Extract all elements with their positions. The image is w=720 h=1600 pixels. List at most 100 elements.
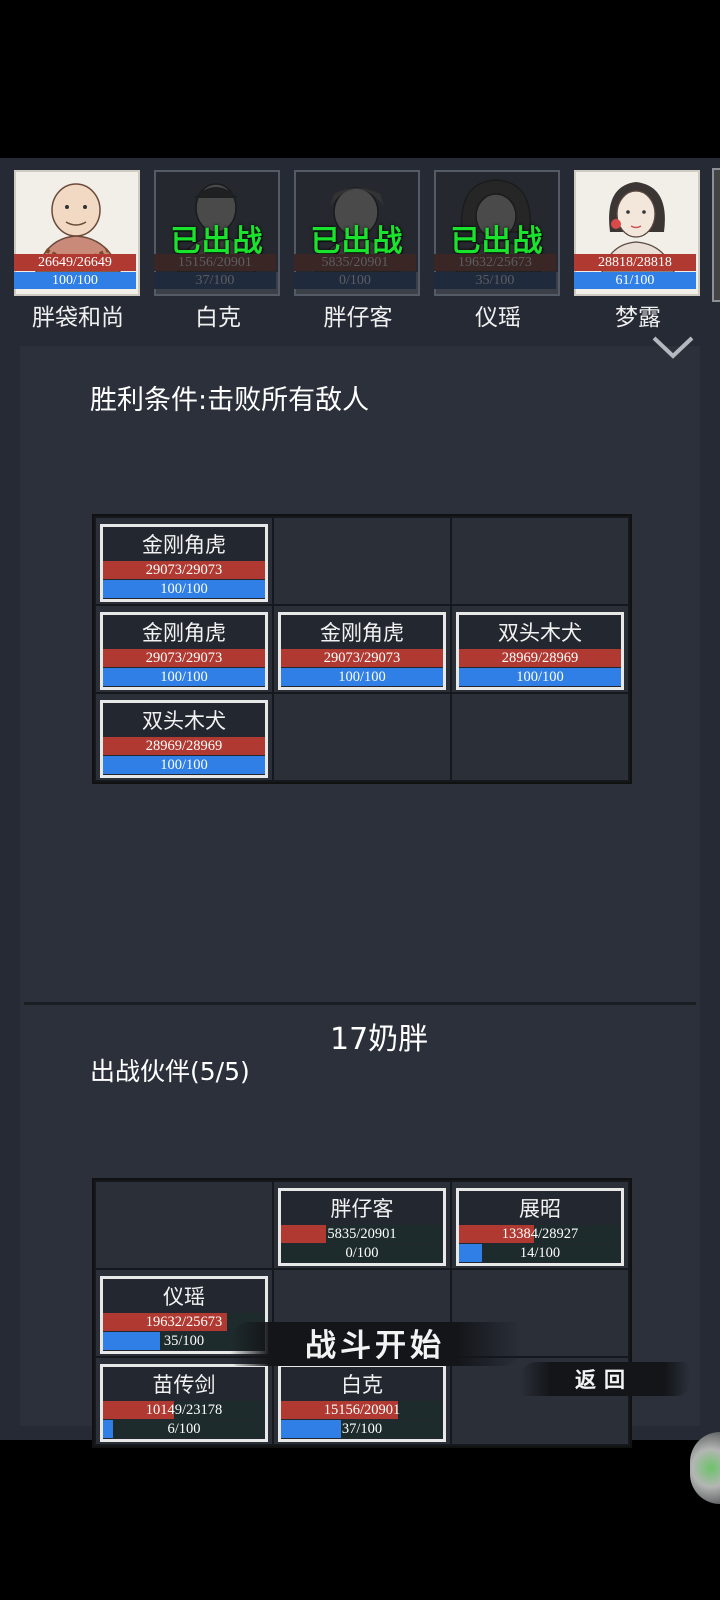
partner-unit-card[interactable]: 苗传剑 10149/23178 6/100: [100, 1364, 268, 1442]
back-label: 返回: [575, 1367, 633, 1392]
unit-hp-bar: 28969/28969: [103, 737, 265, 755]
enemy-unit-card[interactable]: 金刚角虎 29073/29073 100/100: [100, 524, 268, 602]
unit-mp-fill: [281, 1420, 341, 1438]
hero-name: 仪瑶: [475, 305, 521, 331]
hero-name: 白克: [195, 305, 241, 331]
unit-hp-bar: 15156/20901: [281, 1401, 443, 1419]
unit-hp-value: 13384/28927: [501, 1226, 579, 1242]
enemy-unit-card[interactable]: 金刚角虎 29073/29073 100/100: [100, 612, 268, 690]
enemy-unit-card[interactable]: 双头木犬 28969/28969 100/100: [456, 612, 624, 690]
enemy-unit-card[interactable]: 双头木犬 28969/28969 100/100: [100, 700, 268, 778]
start-battle-button[interactable]: 战斗开始: [230, 1314, 520, 1370]
unit-mp-bar: 6/100: [103, 1420, 265, 1438]
unit-mp-bar: 100/100: [103, 756, 265, 774]
unit-hp-bar: 13384/28927: [459, 1225, 621, 1243]
unit-name: 金刚角虎: [142, 533, 226, 557]
next-hero-edge[interactable]: [712, 168, 720, 302]
roster-hero-2[interactable]: 已出战 5835/20901 0/100 胖仔客: [292, 168, 424, 331]
roster-hero-0[interactable]: 26649/26649 100/100 胖袋和尚: [12, 168, 144, 331]
enemy-slot[interactable]: 双头木犬 28969/28969 100/100: [452, 606, 628, 692]
partner-slot[interactable]: 胖仔客 5835/20901 0/100: [274, 1182, 450, 1268]
partner-slot[interactable]: [96, 1182, 272, 1268]
roster-hero-4[interactable]: 28818/28818 61/100 梦露: [572, 168, 704, 331]
unit-hp-value: 19632/25673: [145, 1314, 223, 1330]
partner-formation-grid: 胖仔客 5835/20901 0/100 展昭 13384/28927 14/100 仪瑶 1…: [92, 1178, 632, 1448]
hero-mp: 0/100: [294, 272, 416, 289]
unit-name: 双头木犬: [498, 621, 582, 645]
unit-hp-bar: 28969/28969: [459, 649, 621, 667]
unit-hp-value: 29073/29073: [145, 562, 223, 578]
unit-hp-bar: 29073/29073: [281, 649, 443, 667]
enemy-slot[interactable]: 金刚角虎 29073/29073 100/100: [96, 518, 272, 604]
hero-mp: 61/100: [574, 272, 696, 289]
hero-hp: 28818/28818: [574, 254, 696, 271]
enemy-slot[interactable]: [274, 518, 450, 604]
unit-mp-fill: [103, 1420, 113, 1438]
partner-unit-card[interactable]: 胖仔客 5835/20901 0/100: [278, 1188, 446, 1266]
unit-mp-value: 6/100: [167, 1421, 201, 1437]
partner-slot[interactable]: 展昭 13384/28927 14/100: [452, 1182, 628, 1268]
unit-mp-value: 100/100: [516, 669, 564, 685]
unit-mp-value: 35/100: [163, 1333, 205, 1349]
unit-mp-fill: [103, 1332, 160, 1350]
hero-hp: 15156/20901: [154, 254, 276, 271]
unit-mp-value: 100/100: [338, 669, 386, 685]
hero-roster: 26649/26649 100/100 胖袋和尚 已出战 15156/20901…: [0, 168, 720, 331]
enemy-slot[interactable]: [274, 694, 450, 780]
enemy-slot[interactable]: [452, 518, 628, 604]
unit-name: 胖仔客: [330, 1197, 394, 1221]
unit-mp-value: 100/100: [160, 581, 208, 597]
unit-name: 金刚角虎: [142, 621, 226, 645]
unit-hp-value: 29073/29073: [323, 650, 401, 666]
start-battle-label: 战斗开始: [305, 1328, 445, 1364]
partner-slot[interactable]: 白克 15156/20901 37/100: [274, 1358, 450, 1444]
unit-mp-fill: [459, 1244, 482, 1262]
enemy-slot[interactable]: 金刚角虎 29073/29073 100/100: [96, 606, 272, 692]
unit-hp-bar: 10149/23178: [103, 1401, 265, 1419]
unit-mp-value: 14/100: [519, 1245, 561, 1261]
unit-name: 金刚角虎: [320, 621, 404, 645]
unit-hp-value: 29073/29073: [145, 650, 223, 666]
hero-name: 梦露: [615, 305, 661, 331]
victory-condition: 胜利条件:击败所有敌人: [90, 385, 370, 416]
hero-name: 胖袋和尚: [32, 305, 124, 331]
hero-name: 胖仔客: [323, 305, 393, 331]
battle-panel: 胜利条件:击败所有敌人 金刚角虎 29073/29073 100/100 金刚角虎 29…: [20, 346, 700, 1448]
unit-hp-value: 28969/28969: [145, 738, 223, 754]
unit-mp-bar: 14/100: [459, 1244, 621, 1262]
unit-name: 白克: [341, 1373, 383, 1397]
chevron-down-icon[interactable]: [651, 334, 695, 360]
unit-mp-bar: 100/100: [281, 668, 443, 686]
enemy-slot[interactable]: 金刚角虎 29073/29073 100/100: [274, 606, 450, 692]
hero-hp: 26649/26649: [14, 254, 136, 271]
enemy-slot[interactable]: [452, 694, 628, 780]
floating-assistant-icon[interactable]: [690, 1432, 720, 1504]
enemy-formation-grid: 金刚角虎 29073/29073 100/100 金刚角虎 29073/29073 100…: [92, 514, 632, 784]
unit-mp-bar: 100/100: [103, 668, 265, 686]
unit-mp-bar: 100/100: [103, 580, 265, 598]
partner-slot[interactable]: 苗传剑 10149/23178 6/100: [96, 1358, 272, 1444]
roster-hero-1[interactable]: 已出战 15156/20901 37/100 白克: [152, 168, 284, 331]
hero-mp: 37/100: [154, 272, 276, 289]
enemy-slot[interactable]: 双头木犬 28969/28969 100/100: [96, 694, 272, 780]
unit-mp-bar: 37/100: [281, 1420, 443, 1438]
unit-mp-value: 100/100: [160, 757, 208, 773]
battle-setup-screen: 26649/26649 100/100 胖袋和尚 已出战 15156/20901…: [0, 158, 720, 1448]
hero-mp: 35/100: [434, 272, 556, 289]
enemy-unit-card[interactable]: 金刚角虎 29073/29073 100/100: [278, 612, 446, 690]
unit-hp-value: 15156/20901: [323, 1402, 401, 1418]
unit-hp-bar: 29073/29073: [103, 649, 265, 667]
unit-name: 展昭: [519, 1197, 561, 1221]
unit-mp-value: 37/100: [341, 1421, 383, 1437]
roster-hero-3[interactable]: 已出战 19632/25673 35/100 仪瑶: [432, 168, 564, 331]
unit-hp-value: 5835/20901: [327, 1226, 397, 1242]
hero-hp: 5835/20901: [294, 254, 416, 271]
unit-name: 仪瑶: [163, 1285, 205, 1309]
player-name: 17奶胖: [330, 1022, 429, 1057]
hero-hp: 19632/25673: [434, 254, 556, 271]
unit-hp-value: 28969/28969: [501, 650, 579, 666]
back-button[interactable]: 返回: [520, 1356, 690, 1400]
unit-hp-bar: 5835/20901: [281, 1225, 443, 1243]
partner-unit-card[interactable]: 展昭 13384/28927 14/100: [456, 1188, 624, 1266]
partner-unit-card[interactable]: 白克 15156/20901 37/100: [278, 1364, 446, 1442]
